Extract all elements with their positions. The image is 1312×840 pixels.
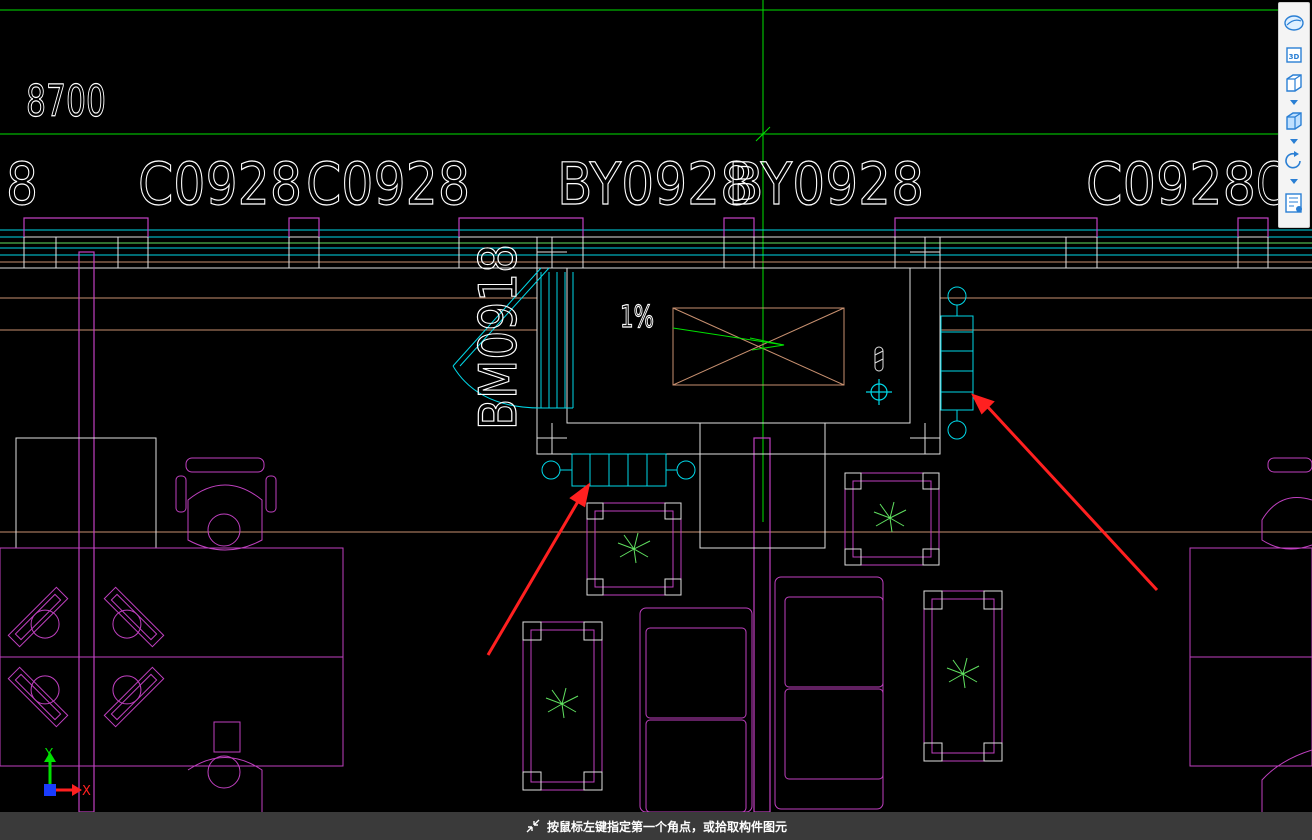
box-view-icon[interactable] (1282, 71, 1306, 95)
chevron-down-icon[interactable] (1288, 137, 1300, 145)
svg-text:3D: 3D (1289, 53, 1300, 61)
window-label: BY0928 (728, 150, 924, 218)
slope-label: 1% (620, 300, 654, 335)
beam-lines (0, 297, 1312, 533)
chevron-down-icon[interactable] (1288, 98, 1300, 106)
radiator-bottom (541, 453, 696, 487)
floor-drain: 1% (619, 299, 845, 386)
3d-view-icon[interactable]: 3D (1282, 43, 1306, 67)
layer-properties-icon[interactable] (1282, 191, 1306, 215)
shaded-box-icon[interactable] (1282, 109, 1306, 133)
window-label: BY0928 (557, 150, 753, 218)
window-label: C0928 (138, 150, 302, 218)
fixture-symbols (866, 346, 892, 405)
axis-lines (0, 0, 1280, 522)
ucs-axis-indicator: Y X (44, 747, 91, 799)
door-bm0918: BM0918 (452, 243, 574, 431)
shrink-arrows-icon (525, 818, 541, 834)
radiator-right (940, 286, 974, 440)
dimension-text: 8700 (26, 76, 106, 127)
annotation-arrows (486, 393, 1159, 656)
furniture (0, 437, 1312, 812)
cad-drawing-canvas[interactable]: 8700 8 C0928 C0928 BY0928 BY0928 C0928 C (0, 0, 1312, 812)
rotate-view-icon[interactable] (1282, 149, 1306, 173)
chevron-down-icon[interactable] (1288, 177, 1300, 185)
ucs-x-label: X (82, 784, 91, 799)
status-bar: 按鼠标左键指定第一个角点，或拾取构件图元 (0, 812, 1312, 840)
ucs-y-label: Y (44, 747, 53, 762)
view-toolbar: 3D (1278, 2, 1310, 228)
door-label: BM0918 (469, 244, 529, 430)
exterior-wall-windows (0, 217, 1312, 269)
window-labels: 8 C0928 C0928 BY0928 BY0928 C0928 C (5, 149, 1286, 218)
window-label: 8 (6, 150, 38, 218)
status-prompt: 按鼠标左键指定第一个角点，或拾取构件图元 (546, 819, 787, 834)
window-label: C0928 (1086, 150, 1256, 218)
cloud-view-icon[interactable] (1282, 11, 1306, 35)
window-label: C0928 (306, 150, 470, 218)
plants (545, 501, 980, 719)
